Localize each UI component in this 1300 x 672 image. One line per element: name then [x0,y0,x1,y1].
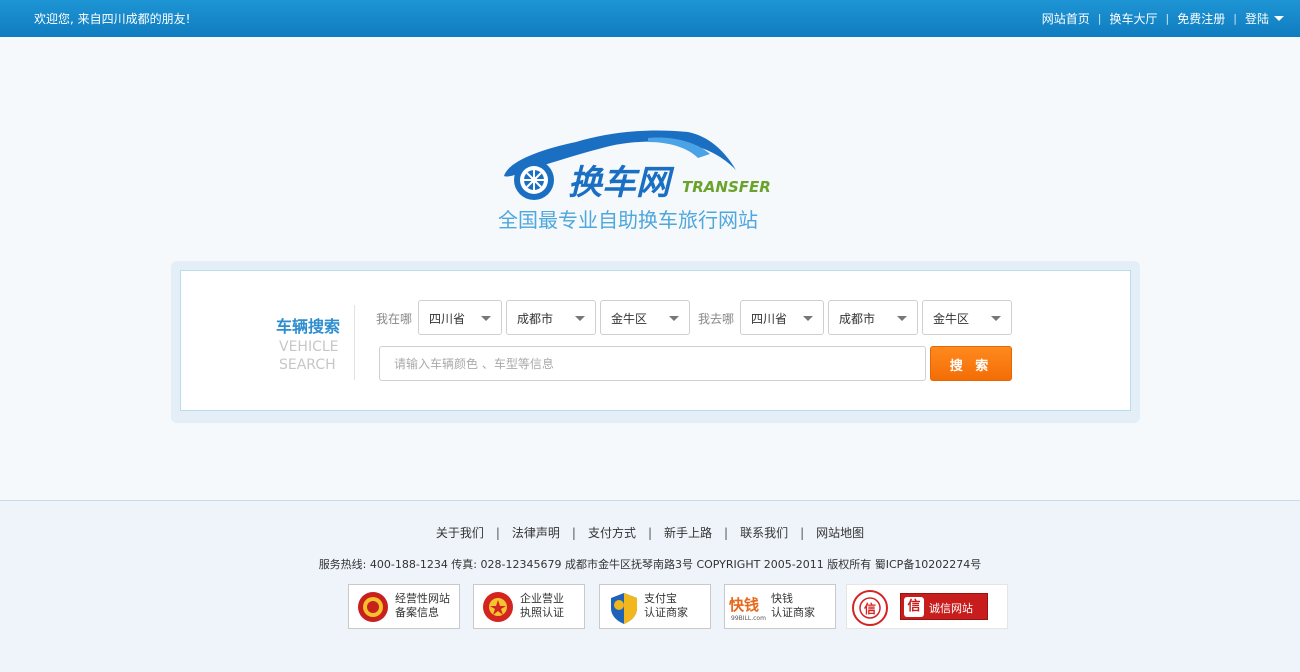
badge-trusted-site[interactable]: 信 信 诚信网站 [846,584,1008,629]
badge-label: 诚信网站 [929,602,973,615]
from-province-value: 四川省 [429,312,466,326]
footer-link-legal[interactable]: 法律声明 [512,526,560,540]
to-label: 我去哪 [698,312,735,326]
from-label: 我在哪 [376,312,413,326]
badge-alipay[interactable]: 支付宝 认证商家 [599,584,711,629]
footer-link-about[interactable]: 关于我们 [436,526,484,540]
logo-name: 换车网 [568,163,675,203]
logo-english: TRANSFER [682,178,771,196]
chevron-down-icon [481,316,491,321]
svg-text:99BILL.com: 99BILL.com [731,615,766,622]
site-tagline: 全国最专业自助换车旅行网站 [498,208,758,232]
chevron-down-icon [575,316,585,321]
footer-link-contact[interactable]: 联系我们 [740,526,788,540]
badge-line1: 快钱 [771,592,793,605]
footer-link-newbie[interactable]: 新手上路 [664,526,712,540]
badge-99bill[interactable]: 快钱 99BILL.com 快钱 认证商家 [724,584,836,629]
footer-separator: | [724,526,729,540]
search-input[interactable]: 请输入车辆颜色 、车型等信息 [379,346,926,381]
footer-link-sitemap[interactable]: 网站地图 [816,526,864,540]
search-subtitle-line2: SEARCH [279,357,336,373]
from-province-select[interactable]: 四川省 [418,300,502,335]
badge-line2: 备案信息 [395,606,439,619]
nav-hall-link[interactable]: 换车大厅 [1110,10,1158,27]
svg-text:信: 信 [864,601,876,616]
shield-icon [608,591,640,628]
chevron-down-icon [897,316,907,321]
top-bar: 欢迎您, 来自四川成都的朋友! 网站首页 | 换车大厅 | 免费注册 | 登陆 [0,0,1300,37]
seal-icon: 信 [851,589,889,630]
emblem-icon [357,591,389,626]
from-city-select[interactable]: 成都市 [506,300,596,335]
trusted-site-label: 信 诚信网站 [900,593,988,620]
search-title: 车辆搜索 [276,317,341,336]
badge-line2: 认证商家 [644,606,688,619]
footer-separator: | [800,526,805,540]
to-province-select[interactable]: 四川省 [740,300,824,335]
footer-separator: | [495,526,500,540]
footer-separator: | [647,526,653,540]
badge-line1: 企业营业 [520,592,564,605]
svg-text:快钱: 快钱 [729,596,759,614]
site-logo[interactable]: 换车网 TRANSFER [498,124,778,204]
chevron-down-icon[interactable] [1274,16,1284,21]
to-district-value: 金牛区 [933,312,970,326]
to-city-value: 成都市 [839,312,876,326]
nav-register-link[interactable]: 免费注册 [1177,10,1225,27]
badge-line1: 支付宝 [644,592,677,605]
99bill-logo-icon: 快钱 99BILL.com [728,593,772,626]
to-city-select[interactable]: 成都市 [828,300,918,335]
emblem-icon [482,591,514,626]
badge-line1: 经营性网站 [395,592,450,605]
badge-business-license[interactable]: 企业营业 执照认证 [473,584,585,629]
top-nav: 网站首页 | 换车大厅 | 免费注册 | 登陆 [1042,10,1284,27]
chevron-down-icon [669,316,679,321]
footer-link-payment[interactable]: 支付方式 [588,526,636,540]
search-subtitle-line1: VEHICLE [279,339,339,355]
footer-separator: | [571,526,576,540]
nav-separator: | [1233,12,1237,25]
badge-line2: 执照认证 [520,606,564,619]
trust-icon: 信 [904,597,924,617]
chevron-down-icon [803,316,813,321]
footer-links: 关于我们 | 法律声明 | 支付方式 | 新手上路 | 联系我们 | 网站地图 [0,524,1300,541]
search-placeholder: 请输入车辆颜色 、车型等信息 [394,357,554,371]
to-district-select[interactable]: 金牛区 [922,300,1012,335]
nav-separator: | [1165,12,1170,25]
car-logo-icon: 换车网 TRANSFER [504,130,771,203]
panel-divider [354,305,355,380]
search-subtitle: VEHICLE SEARCH [279,338,339,374]
nav-separator: | [1097,12,1102,25]
nav-login-link[interactable]: 登陆 [1245,10,1269,27]
footer-info: 服务热线: 400-188-1234 传真: 028-12345679 成都市金… [318,558,982,571]
badge-website-record[interactable]: 经营性网站 备案信息 [348,584,460,629]
nav-home-link[interactable]: 网站首页 [1042,10,1090,27]
badge-line2: 认证商家 [771,606,815,619]
from-city-value: 成都市 [517,312,554,326]
from-district-select[interactable]: 金牛区 [600,300,690,335]
from-district-value: 金牛区 [611,312,648,326]
welcome-text: 欢迎您, 来自四川成都的朋友! [34,12,191,26]
search-button[interactable]: 搜 索 [930,346,1012,381]
to-province-value: 四川省 [751,312,788,326]
chevron-down-icon [991,316,1001,321]
